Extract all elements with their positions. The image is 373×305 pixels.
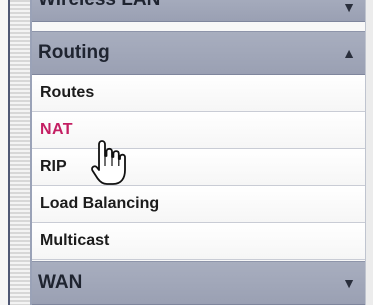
- chevron-down-icon: ▼: [342, 275, 356, 291]
- section-wan-label: WAN: [38, 272, 83, 293]
- sidebar-scroll-rail: [10, 0, 32, 305]
- menu-item-multicast-label: Multicast: [40, 232, 110, 249]
- chevron-up-icon: ▲: [342, 45, 356, 61]
- menu-item-load-balancing[interactable]: Load Balancing: [32, 186, 365, 223]
- hand-pointer-icon: [91, 139, 127, 189]
- menu-item-rip[interactable]: RIP: [32, 149, 365, 186]
- section-wireless-lan[interactable]: Wireless LAN ▼: [32, 0, 365, 22]
- menu-item-routes[interactable]: Routes: [32, 75, 365, 112]
- section-wan[interactable]: WAN ▼: [32, 261, 365, 305]
- window-left-edge: [0, 0, 10, 305]
- menu-item-rip-label: RIP: [40, 158, 67, 175]
- navigation-menu: Wireless LAN ▼ Routing ▲ Routes NAT RIP …: [32, 0, 366, 305]
- routing-submenu: Routes NAT RIP Load Balancing Multicast: [32, 75, 365, 260]
- menu-item-multicast[interactable]: Multicast: [32, 223, 365, 260]
- menu-item-load-balancing-label: Load Balancing: [40, 195, 160, 212]
- section-wireless-lan-label: Wireless LAN: [38, 0, 339, 11]
- menu-item-nat[interactable]: NAT: [32, 112, 365, 149]
- chevron-down-icon: ▼: [342, 0, 356, 15]
- section-routing[interactable]: Routing ▲: [32, 31, 365, 75]
- section-routing-label: Routing: [38, 42, 110, 63]
- router-sidebar-menu: Wireless LAN ▼ Routing ▲ Routes NAT RIP …: [0, 0, 373, 305]
- menu-item-nat-label: NAT: [40, 121, 73, 138]
- menu-item-routes-label: Routes: [40, 84, 95, 101]
